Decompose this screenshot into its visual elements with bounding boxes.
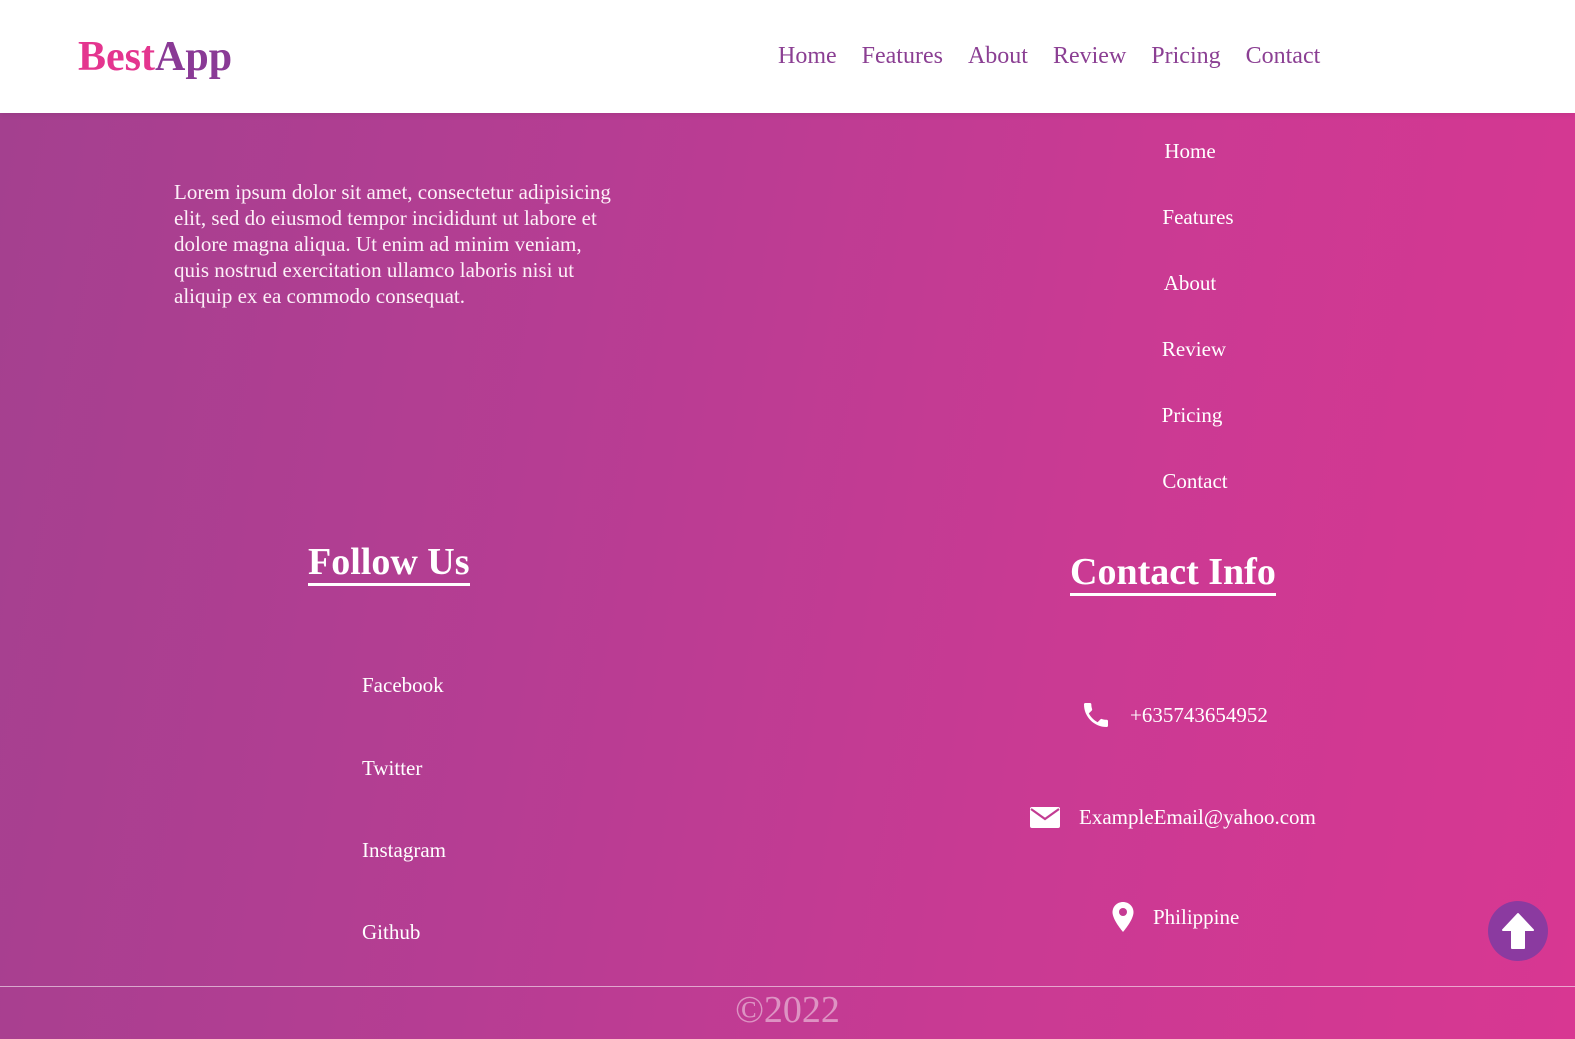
social-link-twitter[interactable]: Twitter <box>362 754 422 782</box>
follow-us-heading: Follow Us <box>308 543 470 586</box>
nav-link-contact[interactable]: Contact <box>1246 40 1321 72</box>
contact-location-row: Philippine <box>1111 901 1239 933</box>
social-link-facebook[interactable]: Facebook <box>362 671 444 699</box>
top-nav: Home Features About Review Pricing Conta… <box>778 40 1345 72</box>
contact-phone[interactable]: +635743654952 <box>1130 701 1268 729</box>
footer-divider <box>0 986 1575 987</box>
map-pin-icon <box>1111 901 1135 933</box>
social-link-github[interactable]: Github <box>362 918 420 946</box>
social-link-instagram[interactable]: Instagram <box>362 836 446 864</box>
contact-email-row: ExampleEmail@yahoo.com <box>1029 803 1316 831</box>
footer-link-review[interactable]: Review <box>1104 335 1284 363</box>
copyright-text: ©2022 <box>735 989 840 1031</box>
footer-link-home[interactable]: Home <box>1100 137 1280 165</box>
site-header: BestApp Home Features About Review Prici… <box>0 0 1575 113</box>
about-text: Lorem ipsum dolor sit amet, consectetur … <box>174 180 611 308</box>
contact-email[interactable]: ExampleEmail@yahoo.com <box>1079 803 1316 831</box>
phone-icon <box>1080 699 1112 731</box>
logo[interactable]: BestApp <box>78 33 232 81</box>
envelope-icon <box>1029 804 1061 830</box>
nav-link-about[interactable]: About <box>968 40 1028 72</box>
contact-info-heading: Contact Info <box>1070 553 1276 596</box>
nav-link-pricing[interactable]: Pricing <box>1151 40 1220 72</box>
logo-text-best: Best <box>78 34 155 80</box>
site-footer: Lorem ipsum dolor sit amet, consectetur … <box>0 113 1575 1039</box>
footer-link-about[interactable]: About <box>1100 269 1280 297</box>
nav-link-home[interactable]: Home <box>778 40 837 72</box>
footer-link-features[interactable]: Features <box>1108 203 1288 231</box>
contact-location: Philippine <box>1153 905 1240 929</box>
contact-phone-row: +635743654952 <box>1080 699 1268 731</box>
nav-link-features[interactable]: Features <box>862 40 943 72</box>
footer-link-contact[interactable]: Contact <box>1105 467 1285 495</box>
logo-text-app: App <box>155 34 233 80</box>
arrow-up-icon <box>1501 912 1535 950</box>
nav-link-review[interactable]: Review <box>1053 40 1126 72</box>
footer-link-pricing[interactable]: Pricing <box>1102 401 1282 429</box>
scroll-to-top-button[interactable] <box>1488 901 1548 961</box>
